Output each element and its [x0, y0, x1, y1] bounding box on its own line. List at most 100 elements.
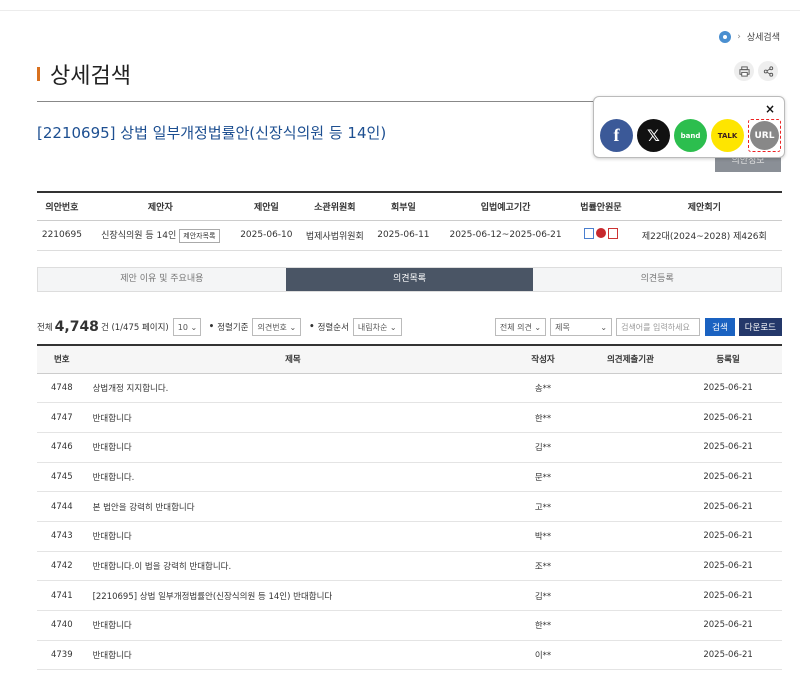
total-prefix: 전체	[37, 323, 53, 333]
sort-key-label: 정렬기준	[217, 323, 249, 333]
kakaotalk-icon[interactable]: TALK	[711, 119, 744, 152]
row-date: 2025-06-21	[674, 462, 782, 493]
total-count: 4,748	[54, 319, 99, 335]
breadcrumb-current: 상세검색	[746, 33, 780, 43]
bullet: •	[309, 322, 315, 332]
search-tools: 전체 의견 ⌄ 제목 ⌄ 검색어를 입력하세요 검색 다운로드	[491, 318, 782, 336]
row-author: 이**	[499, 640, 587, 671]
row-org	[586, 462, 675, 493]
col-author: 작성자	[499, 345, 587, 374]
row-author: 김**	[499, 580, 587, 611]
row-no: 4748	[37, 373, 87, 404]
col-proposer: 제안자	[86, 192, 234, 221]
proposed-date: 2025-06-10	[233, 220, 299, 251]
row-date: 2025-06-21	[674, 640, 782, 671]
row-title[interactable]: 반대합니다	[86, 610, 500, 641]
row-title[interactable]: 본 법안을 강력히 반대합니다	[86, 491, 500, 522]
row-title[interactable]: [2210695] 상법 일부개정법률안(신장식의원 등 14인) 반대합니다	[86, 580, 500, 611]
tab-opinion-register[interactable]: 의견등록	[533, 268, 782, 291]
row-no: 4745	[37, 462, 87, 493]
table-row[interactable]: 4740 반대합니다 한** 2025-06-21	[37, 610, 782, 641]
proposer-list-button[interactable]: 제안자목록	[179, 228, 220, 243]
row-title[interactable]: 반대합니다.이 법을 강력히 반대합니다.	[86, 551, 500, 582]
row-org	[586, 551, 675, 582]
row-title[interactable]: 반대합니다	[86, 640, 500, 671]
chevron-down-icon: ⌄	[289, 322, 297, 332]
content-tabs: 제안 이유 및 주요내용 의견목록 의견등록	[37, 267, 782, 292]
table-row[interactable]: 4745 반대합니다. 문** 2025-06-21	[37, 462, 782, 493]
row-org	[586, 402, 675, 433]
row-date: 2025-06-21	[674, 373, 782, 404]
col-original-text: 법률안원문	[575, 192, 627, 221]
row-no: 4743	[37, 521, 87, 552]
page-size-select[interactable]: 10 ⌄	[172, 318, 201, 336]
bill-title: [2210695] 상법 일부개정법률안(신장식의원 등 14인)	[37, 124, 387, 142]
facebook-icon[interactable]: f	[600, 119, 633, 152]
row-date: 2025-06-21	[674, 551, 782, 582]
filter-field-select[interactable]: 제목 ⌄	[550, 318, 613, 336]
row-author: 김**	[499, 432, 587, 463]
tab-opinion-list[interactable]: 의견목록	[285, 268, 534, 291]
filter-scope-select[interactable]: 전체 의견 ⌄	[494, 318, 547, 336]
title-accent-bar	[37, 67, 40, 81]
row-date: 2025-06-21	[674, 521, 782, 552]
close-icon[interactable]: ×	[765, 102, 775, 116]
x-twitter-icon[interactable]: 𝕏	[637, 119, 670, 152]
table-row[interactable]: 4739 반대합니다 이** 2025-06-21	[37, 640, 782, 671]
table-row[interactable]: 4746 반대합니다 김** 2025-06-21	[37, 432, 782, 463]
row-title[interactable]: 상법개정 지지합니다.	[86, 373, 500, 404]
list-table-header: 번호 제목 작성자 의견제출기관 등록일	[37, 345, 782, 374]
proposer-cell: 신장식의원 등 14인 제안자목록	[86, 220, 234, 251]
col-date: 등록일	[674, 345, 782, 374]
pdf-icon[interactable]	[607, 228, 618, 239]
print-icon[interactable]	[734, 61, 754, 81]
table-row[interactable]: 4744 본 법안을 강력히 반대합니다 고** 2025-06-21	[37, 491, 782, 522]
row-no: 4739	[37, 640, 87, 671]
sort-key-select[interactable]: 의견번호 ⌄	[252, 318, 302, 336]
row-author: 송**	[499, 373, 587, 404]
row-no: 4744	[37, 491, 87, 522]
document-icon[interactable]	[583, 228, 594, 239]
proposer: 신장식의원 등 14인	[101, 230, 177, 241]
search-input[interactable]: 검색어를 입력하세요	[616, 318, 701, 336]
bill-no: 2210695	[37, 220, 87, 251]
table-row[interactable]: 4747 반대합니다 한** 2025-06-21	[37, 402, 782, 433]
band-icon[interactable]: band	[674, 119, 707, 152]
table-row[interactable]: 4741 [2210695] 상법 일부개정법률안(신장식의원 등 14인) 반대…	[37, 580, 782, 611]
sort-order-select[interactable]: 내림차순 ⌄	[352, 318, 402, 336]
col-notice-period: 입법예고기간	[435, 192, 576, 221]
download-button[interactable]: 다운로드	[738, 318, 782, 336]
row-title[interactable]: 반대합니다	[86, 402, 500, 433]
hwp-icon[interactable]	[595, 228, 606, 238]
bullet: •	[208, 322, 215, 332]
table-row[interactable]: 4743 반대합니다 박** 2025-06-21	[37, 521, 782, 552]
search-button[interactable]: 검색	[705, 318, 735, 336]
row-date: 2025-06-21	[674, 580, 782, 611]
sort-order-label: 정렬순서	[317, 323, 349, 333]
home-icon[interactable]	[719, 30, 732, 43]
chevron-right-icon: ›	[737, 31, 741, 42]
table-row[interactable]: 4742 반대합니다.이 법을 강력히 반대합니다. 조** 2025-06-21	[37, 551, 782, 582]
info-table-row: 2210695 신장식의원 등 14인 제안자목록 2025-06-10 법제사법…	[37, 220, 782, 251]
col-session: 제안회기	[626, 192, 782, 221]
bill-info-table: 의안번호 제안자 제안일 소관위원회 회부일 입법예고기간 법률안원문 제안회기…	[37, 191, 782, 251]
share-icon[interactable]	[758, 61, 778, 81]
col-bill-no: 의안번호	[37, 192, 87, 221]
col-proposed-date: 제안일	[233, 192, 299, 221]
row-title[interactable]: 반대합니다.	[86, 462, 500, 493]
session: 제22대(2024~2028) 제426회	[626, 220, 782, 251]
url-copy-icon[interactable]: URL	[750, 121, 779, 150]
row-title[interactable]: 반대합니다	[86, 521, 500, 552]
row-title[interactable]: 반대합니다	[86, 432, 500, 463]
row-org	[586, 580, 675, 611]
table-row[interactable]: 4748 상법개정 지지합니다. 송** 2025-06-21	[37, 373, 782, 404]
col-org: 의견제출기관	[586, 345, 675, 374]
col-committee: 소관위원회	[298, 192, 371, 221]
row-org	[586, 432, 675, 463]
tab-proposal-reason[interactable]: 제안 이유 및 주요내용	[38, 268, 286, 291]
total-suffix: 건 (1/475 페이지)	[100, 323, 169, 333]
row-no: 4741	[37, 580, 87, 611]
notice-period: 2025-06-12~2025-06-21	[435, 220, 576, 251]
breadcrumb: › 상세검색	[719, 30, 780, 43]
row-author: 한**	[499, 610, 587, 641]
